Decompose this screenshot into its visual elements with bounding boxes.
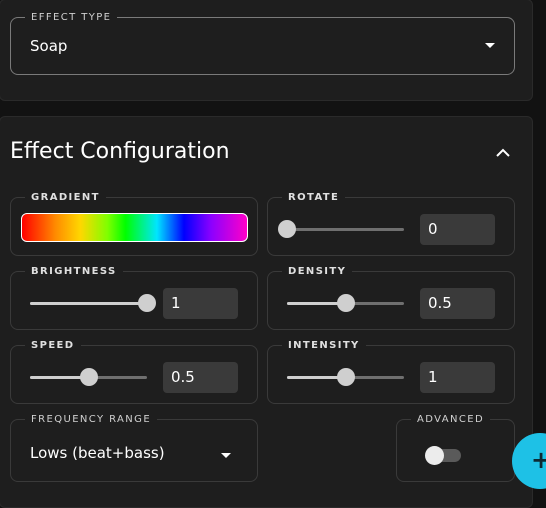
brightness-value-input[interactable]: 1 bbox=[163, 288, 238, 319]
rotate-field: ROTATE 0 bbox=[267, 191, 515, 256]
advanced-field: ADVANCED bbox=[396, 413, 515, 482]
chevron-up-icon[interactable] bbox=[495, 147, 511, 159]
speed-slider-thumb[interactable] bbox=[79, 368, 98, 386]
speed-field: SPEED 0.5 bbox=[10, 339, 258, 404]
plus-icon: + bbox=[531, 446, 546, 474]
gradient-label: GRADIENT bbox=[25, 191, 106, 204]
speed-slider-track[interactable] bbox=[30, 368, 147, 386]
intensity-slider-track[interactable] bbox=[287, 368, 404, 386]
rotate-slider-track[interactable] bbox=[278, 220, 404, 238]
rotate-value-input[interactable]: 0 bbox=[420, 214, 495, 245]
effect-type-label: EFFECT TYPE bbox=[25, 11, 118, 24]
rotate-slider-thumb[interactable] bbox=[278, 220, 296, 238]
gradient-swatch[interactable] bbox=[21, 213, 248, 242]
density-label: DENSITY bbox=[282, 265, 353, 278]
chevron-down-icon bbox=[221, 453, 231, 458]
advanced-label: ADVANCED bbox=[411, 413, 491, 426]
speed-value-input[interactable]: 0.5 bbox=[163, 362, 238, 393]
intensity-slider-thumb[interactable] bbox=[336, 368, 355, 386]
intensity-label: INTENSITY bbox=[282, 339, 366, 352]
brightness-slider-thumb[interactable] bbox=[138, 294, 156, 312]
brightness-label: BRIGHTNESS bbox=[25, 265, 123, 278]
frequency-range-select[interactable]: FREQUENCY RANGE Lows (beat+bass) bbox=[10, 413, 258, 482]
gradient-field: GRADIENT bbox=[10, 191, 258, 256]
density-slider-track[interactable] bbox=[287, 294, 404, 312]
intensity-field: INTENSITY 1 bbox=[267, 339, 515, 404]
frequency-range-label: FREQUENCY RANGE bbox=[25, 413, 158, 426]
intensity-value-input[interactable]: 1 bbox=[420, 362, 495, 393]
config-title: Effect Configuration bbox=[10, 139, 230, 164]
brightness-slider-fill bbox=[30, 302, 147, 305]
brightness-field: BRIGHTNESS 1 bbox=[10, 265, 258, 330]
chevron-down-icon bbox=[485, 43, 495, 48]
brightness-slider-track[interactable] bbox=[30, 294, 156, 312]
effect-type-value: Soap bbox=[30, 37, 68, 55]
frequency-range-value: Lows (beat+bass) bbox=[30, 444, 165, 462]
speed-label: SPEED bbox=[25, 339, 81, 352]
density-field: DENSITY 0.5 bbox=[267, 265, 515, 330]
effect-type-select[interactable]: EFFECT TYPE Soap bbox=[10, 11, 515, 75]
density-value-input[interactable]: 0.5 bbox=[420, 288, 495, 319]
advanced-toggle[interactable] bbox=[425, 446, 461, 465]
rotate-label: ROTATE bbox=[282, 191, 346, 204]
density-slider-thumb[interactable] bbox=[336, 294, 355, 312]
advanced-toggle-knob bbox=[425, 446, 444, 465]
